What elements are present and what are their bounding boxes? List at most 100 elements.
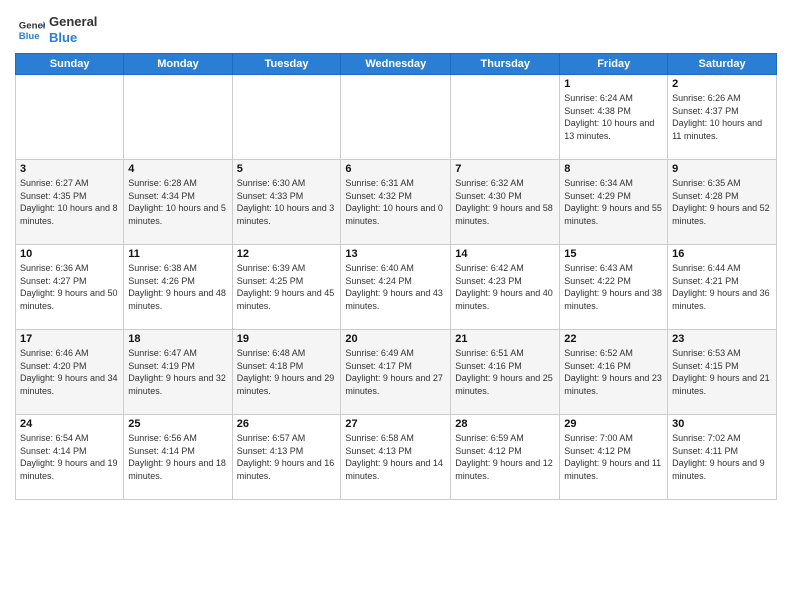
day-number: 21 <box>455 333 555 345</box>
day-number: 7 <box>455 163 555 175</box>
day-info: Sunrise: 6:47 AM Sunset: 4:19 PM Dayligh… <box>128 347 227 397</box>
day-number: 25 <box>128 418 227 430</box>
day-info: Sunrise: 7:02 AM Sunset: 4:11 PM Dayligh… <box>672 432 772 482</box>
day-info: Sunrise: 6:44 AM Sunset: 4:21 PM Dayligh… <box>672 262 772 312</box>
weekday-header: Friday <box>560 54 668 75</box>
day-info: Sunrise: 6:58 AM Sunset: 4:13 PM Dayligh… <box>345 432 446 482</box>
day-number: 19 <box>237 333 337 345</box>
calendar-cell <box>232 75 341 160</box>
svg-text:General: General <box>19 20 45 31</box>
calendar-cell: 11 Sunrise: 6:38 AM Sunset: 4:26 PM Dayli… <box>124 245 232 330</box>
calendar-cell: 24 Sunrise: 6:54 AM Sunset: 4:14 PM Dayli… <box>16 415 124 500</box>
day-info: Sunrise: 6:48 AM Sunset: 4:18 PM Dayligh… <box>237 347 337 397</box>
calendar-week-row: 17 Sunrise: 6:46 AM Sunset: 4:20 PM Dayli… <box>16 330 777 415</box>
day-info: Sunrise: 6:24 AM Sunset: 4:38 PM Dayligh… <box>564 92 663 142</box>
calendar-cell: 22 Sunrise: 6:52 AM Sunset: 4:16 PM Dayli… <box>560 330 668 415</box>
calendar-cell: 30 Sunrise: 7:02 AM Sunset: 4:11 PM Dayli… <box>668 415 777 500</box>
calendar-cell: 12Sunrise: 6:39 AM Sunset: 4:25 PM Dayli… <box>232 245 341 330</box>
calendar-cell: 20 Sunrise: 6:49 AM Sunset: 4:17 PM Dayli… <box>341 330 451 415</box>
calendar-table: SundayMondayTuesdayWednesdayThursdayFrid… <box>15 53 777 500</box>
calendar-cell: 15Sunrise: 6:43 AM Sunset: 4:22 PM Dayli… <box>560 245 668 330</box>
calendar-cell: 7Sunrise: 6:32 AM Sunset: 4:30 PM Daylig… <box>451 160 560 245</box>
logo: General Blue General Blue <box>15 14 97 45</box>
calendar-body: 1Sunrise: 6:24 AM Sunset: 4:38 PM Daylig… <box>16 75 777 500</box>
day-info: Sunrise: 7:00 AM Sunset: 4:12 PM Dayligh… <box>564 432 663 482</box>
calendar-week-row: 10Sunrise: 6:36 AM Sunset: 4:27 PM Dayli… <box>16 245 777 330</box>
calendar-cell: 29 Sunrise: 7:00 AM Sunset: 4:12 PM Dayli… <box>560 415 668 500</box>
day-info: Sunrise: 6:52 AM Sunset: 4:16 PM Dayligh… <box>564 347 663 397</box>
day-number: 14 <box>455 248 555 260</box>
day-number: 18 <box>128 333 227 345</box>
day-info: Sunrise: 6:54 AM Sunset: 4:14 PM Dayligh… <box>20 432 119 482</box>
calendar-cell: 13 Sunrise: 6:40 AM Sunset: 4:24 PM Dayli… <box>341 245 451 330</box>
calendar-cell <box>341 75 451 160</box>
day-info: Sunrise: 6:51 AM Sunset: 4:16 PM Dayligh… <box>455 347 555 397</box>
day-info: Sunrise: 6:57 AM Sunset: 4:13 PM Dayligh… <box>237 432 337 482</box>
day-number: 11 <box>128 248 227 260</box>
day-number: 24 <box>20 418 119 430</box>
day-number: 16 <box>672 248 772 260</box>
calendar-header: SundayMondayTuesdayWednesdayThursdayFrid… <box>16 54 777 75</box>
day-info: Sunrise: 6:56 AM Sunset: 4:14 PM Dayligh… <box>128 432 227 482</box>
day-number: 2 <box>672 78 772 90</box>
calendar-cell <box>16 75 124 160</box>
calendar-cell <box>451 75 560 160</box>
weekday-header: Wednesday <box>341 54 451 75</box>
day-info: Sunrise: 6:39 AM Sunset: 4:25 PM Dayligh… <box>237 262 337 312</box>
calendar-week-row: 3Sunrise: 6:27 AM Sunset: 4:35 PM Daylig… <box>16 160 777 245</box>
weekday-header: Thursday <box>451 54 560 75</box>
day-number: 4 <box>128 163 227 175</box>
calendar-cell: 26 Sunrise: 6:57 AM Sunset: 4:13 PM Dayli… <box>232 415 341 500</box>
calendar-cell: 1Sunrise: 6:24 AM Sunset: 4:38 PM Daylig… <box>560 75 668 160</box>
calendar-cell <box>124 75 232 160</box>
day-number: 22 <box>564 333 663 345</box>
day-info: Sunrise: 6:46 AM Sunset: 4:20 PM Dayligh… <box>20 347 119 397</box>
calendar-week-row: 1Sunrise: 6:24 AM Sunset: 4:38 PM Daylig… <box>16 75 777 160</box>
calendar-cell: 17 Sunrise: 6:46 AM Sunset: 4:20 PM Dayli… <box>16 330 124 415</box>
calendar-cell: 9Sunrise: 6:35 AM Sunset: 4:28 PM Daylig… <box>668 160 777 245</box>
calendar-cell: 21 Sunrise: 6:51 AM Sunset: 4:16 PM Dayli… <box>451 330 560 415</box>
page: General Blue General Blue SundayMondayTu… <box>0 0 792 612</box>
calendar-cell: 3Sunrise: 6:27 AM Sunset: 4:35 PM Daylig… <box>16 160 124 245</box>
day-number: 9 <box>672 163 772 175</box>
calendar-cell: 4Sunrise: 6:28 AM Sunset: 4:34 PM Daylig… <box>124 160 232 245</box>
day-info: Sunrise: 6:34 AM Sunset: 4:29 PM Dayligh… <box>564 177 663 227</box>
weekday-header: Saturday <box>668 54 777 75</box>
calendar-cell: 6 Sunrise: 6:31 AM Sunset: 4:32 PM Daylig… <box>341 160 451 245</box>
calendar-cell: 23Sunrise: 6:53 AM Sunset: 4:15 PM Dayli… <box>668 330 777 415</box>
day-number: 26 <box>237 418 337 430</box>
calendar-cell: 5Sunrise: 6:30 AM Sunset: 4:33 PM Daylig… <box>232 160 341 245</box>
day-number: 6 <box>345 163 446 175</box>
day-number: 29 <box>564 418 663 430</box>
day-number: 30 <box>672 418 772 430</box>
calendar-cell: 25 Sunrise: 6:56 AM Sunset: 4:14 PM Dayli… <box>124 415 232 500</box>
calendar-cell: 16 Sunrise: 6:44 AM Sunset: 4:21 PM Dayli… <box>668 245 777 330</box>
day-number: 27 <box>345 418 446 430</box>
calendar-cell: 14Sunrise: 6:42 AM Sunset: 4:23 PM Dayli… <box>451 245 560 330</box>
day-info: Sunrise: 6:31 AM Sunset: 4:32 PM Dayligh… <box>345 177 446 227</box>
day-number: 8 <box>564 163 663 175</box>
day-number: 28 <box>455 418 555 430</box>
calendar-cell: 28 Sunrise: 6:59 AM Sunset: 4:12 PM Dayli… <box>451 415 560 500</box>
calendar-cell: 18 Sunrise: 6:47 AM Sunset: 4:19 PM Dayli… <box>124 330 232 415</box>
weekday-header: Monday <box>124 54 232 75</box>
day-info: Sunrise: 6:27 AM Sunset: 4:35 PM Dayligh… <box>20 177 119 227</box>
calendar-cell: 2Sunrise: 6:26 AM Sunset: 4:37 PM Daylig… <box>668 75 777 160</box>
logo-icon: General Blue <box>17 16 45 44</box>
weekday-header: Tuesday <box>232 54 341 75</box>
day-number: 13 <box>345 248 446 260</box>
calendar-cell: 8 Sunrise: 6:34 AM Sunset: 4:29 PM Daylig… <box>560 160 668 245</box>
calendar-cell: 10Sunrise: 6:36 AM Sunset: 4:27 PM Dayli… <box>16 245 124 330</box>
day-number: 17 <box>20 333 119 345</box>
day-number: 15 <box>564 248 663 260</box>
day-info: Sunrise: 6:49 AM Sunset: 4:17 PM Dayligh… <box>345 347 446 397</box>
weekday-header: Sunday <box>16 54 124 75</box>
day-info: Sunrise: 6:30 AM Sunset: 4:33 PM Dayligh… <box>237 177 337 227</box>
day-info: Sunrise: 6:38 AM Sunset: 4:26 PM Dayligh… <box>128 262 227 312</box>
day-number: 20 <box>345 333 446 345</box>
day-info: Sunrise: 6:40 AM Sunset: 4:24 PM Dayligh… <box>345 262 446 312</box>
day-info: Sunrise: 6:36 AM Sunset: 4:27 PM Dayligh… <box>20 262 119 312</box>
header: General Blue General Blue <box>15 10 777 45</box>
calendar-header-row: SundayMondayTuesdayWednesdayThursdayFrid… <box>16 54 777 75</box>
day-info: Sunrise: 6:59 AM Sunset: 4:12 PM Dayligh… <box>455 432 555 482</box>
